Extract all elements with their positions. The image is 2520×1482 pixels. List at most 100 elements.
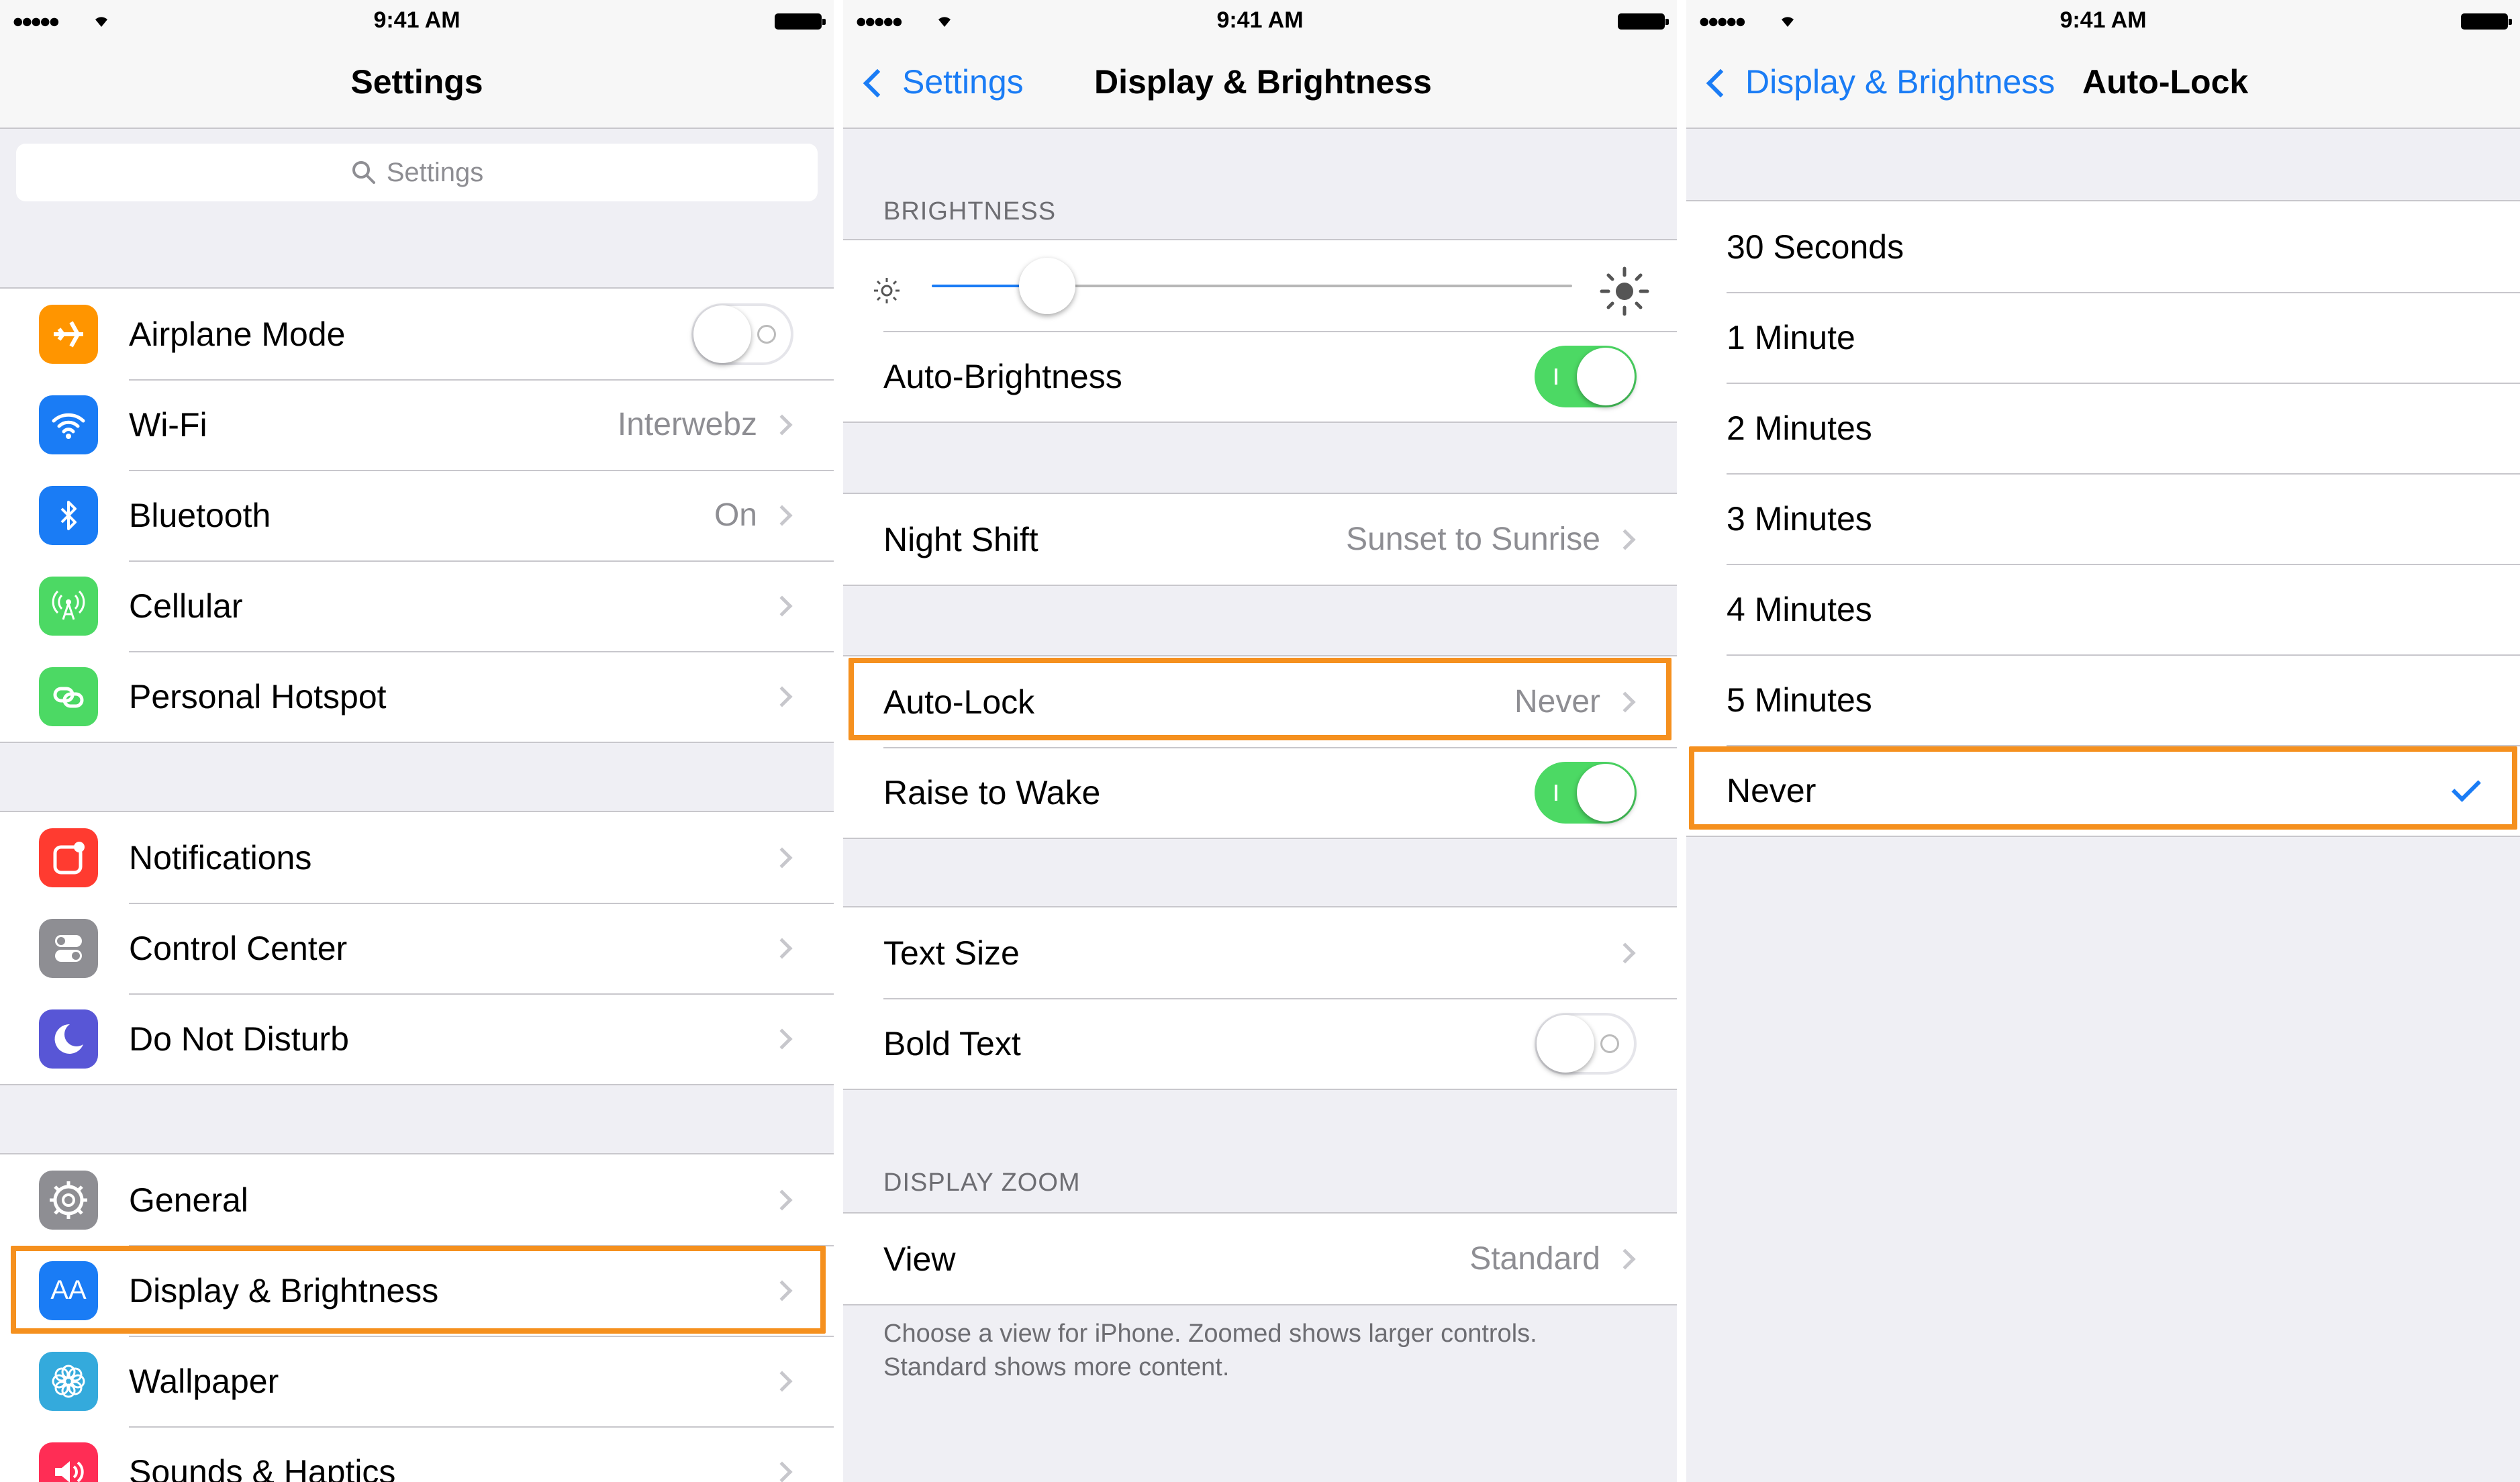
- view-value: Standard: [1469, 1241, 1600, 1277]
- option-4-minutes[interactable]: 4 Minutes: [1686, 564, 2520, 654]
- search-input[interactable]: Settings: [16, 144, 818, 201]
- auto-brightness-toggle[interactable]: [1535, 345, 1637, 407]
- chevron-left-icon: [863, 68, 892, 98]
- row-raise-to-wake: Raise to Wake: [843, 747, 1677, 838]
- brightness-group: Auto-Brightness: [843, 239, 1677, 423]
- search-placeholder: Settings: [386, 157, 484, 187]
- row-sounds-haptics[interactable]: Sounds & Haptics: [0, 1426, 834, 1482]
- option-label: 5 Minutes: [1727, 681, 1872, 719]
- chevron-right-icon: [771, 937, 793, 959]
- settings-group-device: General AA Display & Brightness Wallpape…: [0, 1153, 834, 1482]
- display-zoom-footer: Choose a view for iPhone. Zoomed shows l…: [883, 1320, 1537, 1381]
- row-do-not-disturb[interactable]: Do Not Disturb: [0, 993, 834, 1084]
- back-label: Settings: [902, 63, 1024, 101]
- brightness-track[interactable]: [932, 258, 1572, 314]
- settings-group-connectivity: Airplane Mode Wi-Fi Interwebz Bluetooth …: [0, 287, 834, 743]
- row-label: Sounds & Haptics: [129, 1452, 396, 1482]
- status-bar: ●●●●● 9:41 AM: [843, 0, 1677, 40]
- wifi-icon: [39, 395, 98, 454]
- row-label: Display & Brightness: [129, 1271, 439, 1310]
- row-auto-lock[interactable]: Auto-Lock Never: [843, 656, 1677, 747]
- chevron-right-icon: [771, 1189, 793, 1211]
- row-label: Auto-Lock: [883, 683, 1035, 721]
- row-label: Do Not Disturb: [129, 1020, 349, 1058]
- raise-to-wake-toggle[interactable]: [1535, 761, 1637, 824]
- option-2-minutes[interactable]: 2 Minutes: [1686, 383, 2520, 473]
- row-display-brightness[interactable]: AA Display & Brightness: [0, 1245, 834, 1336]
- night-shift-group: Night Shift Sunset to Sunrise: [843, 493, 1677, 586]
- row-label: Wi-Fi: [129, 405, 207, 444]
- brightness-slider[interactable]: [843, 240, 1677, 331]
- navigation-bar: Display & Brightness Auto-Lock: [1686, 40, 2520, 129]
- option-1-minute[interactable]: 1 Minute: [1686, 292, 2520, 383]
- option-label: 30 Seconds: [1727, 228, 1904, 266]
- airplane-icon: [39, 304, 98, 364]
- auto-lock-screen: ●●●●● 9:41 AM Display & Brightness Auto-…: [1686, 0, 2520, 1482]
- status-time: 9:41 AM: [1216, 7, 1304, 33]
- sun-large-icon: [1600, 266, 1649, 316]
- wifi-network-value: Interwebz: [617, 407, 757, 442]
- wallpaper-icon: [39, 1351, 98, 1411]
- search-icon: [352, 161, 375, 184]
- chevron-right-icon: [771, 1028, 793, 1050]
- row-personal-hotspot[interactable]: Personal Hotspot: [0, 651, 834, 742]
- status-bar: ●●●●● 9:41 AM: [1686, 0, 2520, 40]
- chevron-left-icon: [1706, 68, 1735, 98]
- row-notifications[interactable]: Notifications: [0, 812, 834, 903]
- checkmark-icon: [2452, 773, 2481, 802]
- row-wallpaper[interactable]: Wallpaper: [0, 1336, 834, 1426]
- row-night-shift[interactable]: Night Shift Sunset to Sunrise: [843, 494, 1677, 585]
- airplane-mode-toggle[interactable]: [691, 303, 793, 365]
- option-never[interactable]: Never: [1686, 745, 2520, 836]
- row-text-size[interactable]: Text Size: [843, 907, 1677, 998]
- row-control-center[interactable]: Control Center: [0, 903, 834, 993]
- chevron-right-icon: [1614, 1248, 1636, 1270]
- lock-group: Auto-Lock Never Raise to Wake: [843, 655, 1677, 839]
- brightness-knob[interactable]: [1018, 258, 1075, 314]
- notifications-icon: [39, 828, 98, 887]
- status-time: 9:41 AM: [2059, 7, 2147, 33]
- row-bluetooth[interactable]: Bluetooth On: [0, 470, 834, 560]
- option-label: 1 Minute: [1727, 318, 1855, 356]
- option-label: 4 Minutes: [1727, 590, 1872, 628]
- row-cellular[interactable]: Cellular: [0, 560, 834, 651]
- settings-group-alerts: Notifications Control Center Do Not Dist…: [0, 811, 834, 1085]
- back-button[interactable]: Display & Brightness: [1701, 62, 2055, 101]
- row-wifi[interactable]: Wi-Fi Interwebz: [0, 379, 834, 470]
- option-3-minutes[interactable]: 3 Minutes: [1686, 473, 2520, 564]
- row-label: Control Center: [129, 929, 348, 967]
- auto-lock-options: 30 Seconds 1 Minute 2 Minutes 3 Minutes …: [1686, 200, 2520, 837]
- chevron-right-icon: [771, 1370, 793, 1392]
- row-label: Airplane Mode: [129, 315, 346, 353]
- navigation-bar: Settings: [0, 40, 834, 129]
- row-auto-brightness: Auto-Brightness: [843, 331, 1677, 422]
- row-label: Wallpaper: [129, 1362, 279, 1400]
- row-label: Notifications: [129, 838, 312, 877]
- bold-text-toggle[interactable]: [1535, 1012, 1637, 1075]
- sun-small-icon: [874, 278, 900, 303]
- row-label: Bluetooth: [129, 496, 271, 534]
- option-label: 2 Minutes: [1727, 409, 1872, 447]
- row-general[interactable]: General: [0, 1154, 834, 1245]
- chevron-right-icon: [771, 413, 793, 436]
- status-bar: ●●●●● 9:41 AM: [0, 0, 834, 40]
- row-label: General: [129, 1181, 248, 1219]
- row-label: Night Shift: [883, 520, 1038, 558]
- auto-lock-value: Never: [1514, 684, 1600, 720]
- bluetooth-status-value: On: [714, 497, 757, 533]
- chevron-right-icon: [1614, 528, 1636, 550]
- option-30-seconds[interactable]: 30 Seconds: [1686, 201, 2520, 292]
- row-airplane-mode[interactable]: Airplane Mode: [0, 289, 834, 379]
- row-label: View: [883, 1240, 956, 1278]
- row-bold-text: Bold Text: [843, 998, 1677, 1089]
- chevron-right-icon: [771, 846, 793, 869]
- chevron-right-icon: [771, 1279, 793, 1301]
- option-5-minutes[interactable]: 5 Minutes: [1686, 654, 2520, 745]
- night-shift-value: Sunset to Sunrise: [1346, 522, 1600, 557]
- back-button[interactable]: Settings: [858, 62, 1024, 101]
- page-title: Display & Brightness: [1094, 63, 1432, 101]
- settings-screen: ●●●●● 9:41 AM Settings Settings Airplane…: [0, 0, 834, 1482]
- control-center-icon: [39, 918, 98, 978]
- row-view[interactable]: View Standard: [843, 1214, 1677, 1304]
- chevron-right-icon: [1614, 942, 1636, 964]
